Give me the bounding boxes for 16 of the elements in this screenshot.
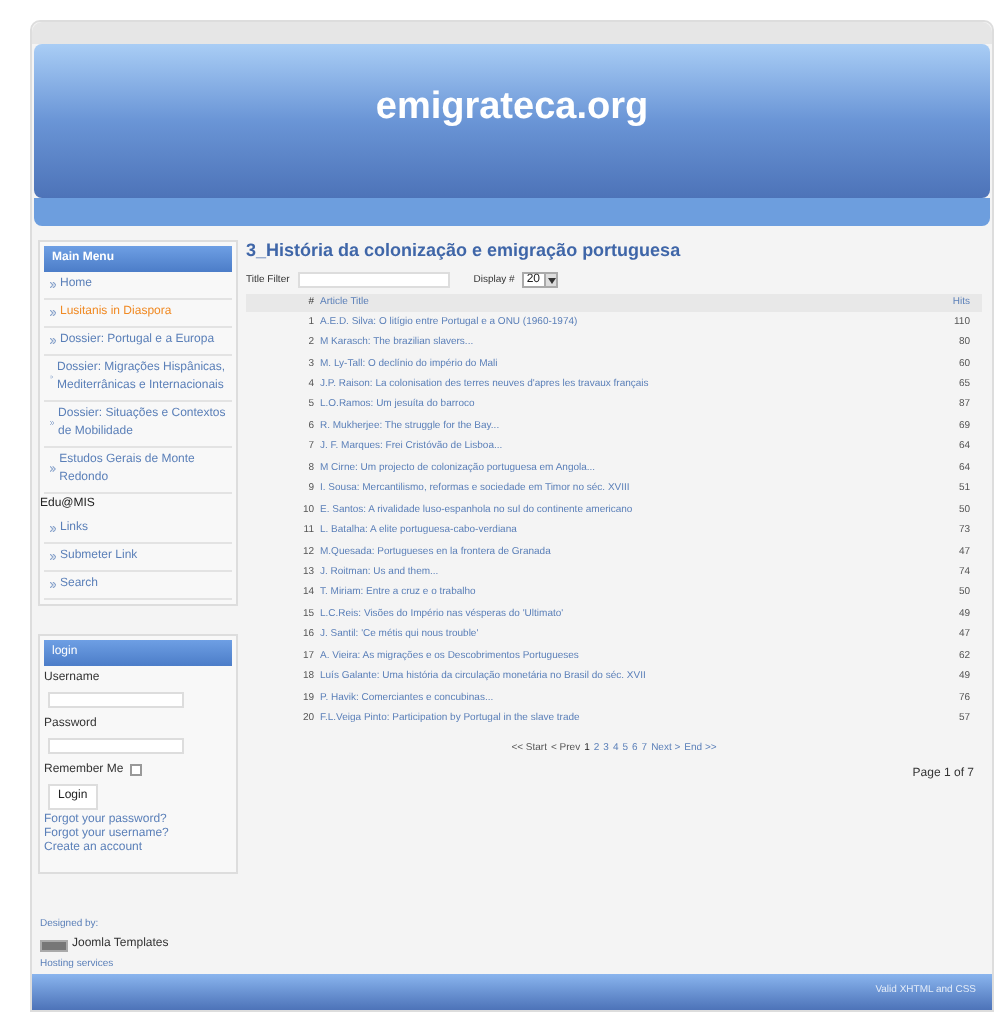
username-field[interactable]: [48, 691, 184, 708]
bullet-icon: [50, 553, 56, 560]
bullet-icon: [50, 309, 56, 316]
bullet-icon: [50, 466, 56, 473]
title-filter-field[interactable]: [297, 272, 450, 289]
bullet-icon: [50, 337, 56, 344]
remember-me-checkbox[interactable]: [129, 764, 142, 777]
bullet-icon: [50, 525, 56, 532]
bullet-icon: [50, 581, 56, 588]
dropdown-arrow-icon: [544, 274, 557, 287]
password-field[interactable]: [48, 737, 184, 754]
logo-icon: [40, 939, 68, 952]
site-title: emigrateca.org: [375, 84, 649, 133]
bullet-icon: [50, 420, 55, 427]
bullet-icon: [50, 281, 56, 288]
page-heading: 3_História da colonização e emigração portuguesa: [246, 237, 683, 264]
